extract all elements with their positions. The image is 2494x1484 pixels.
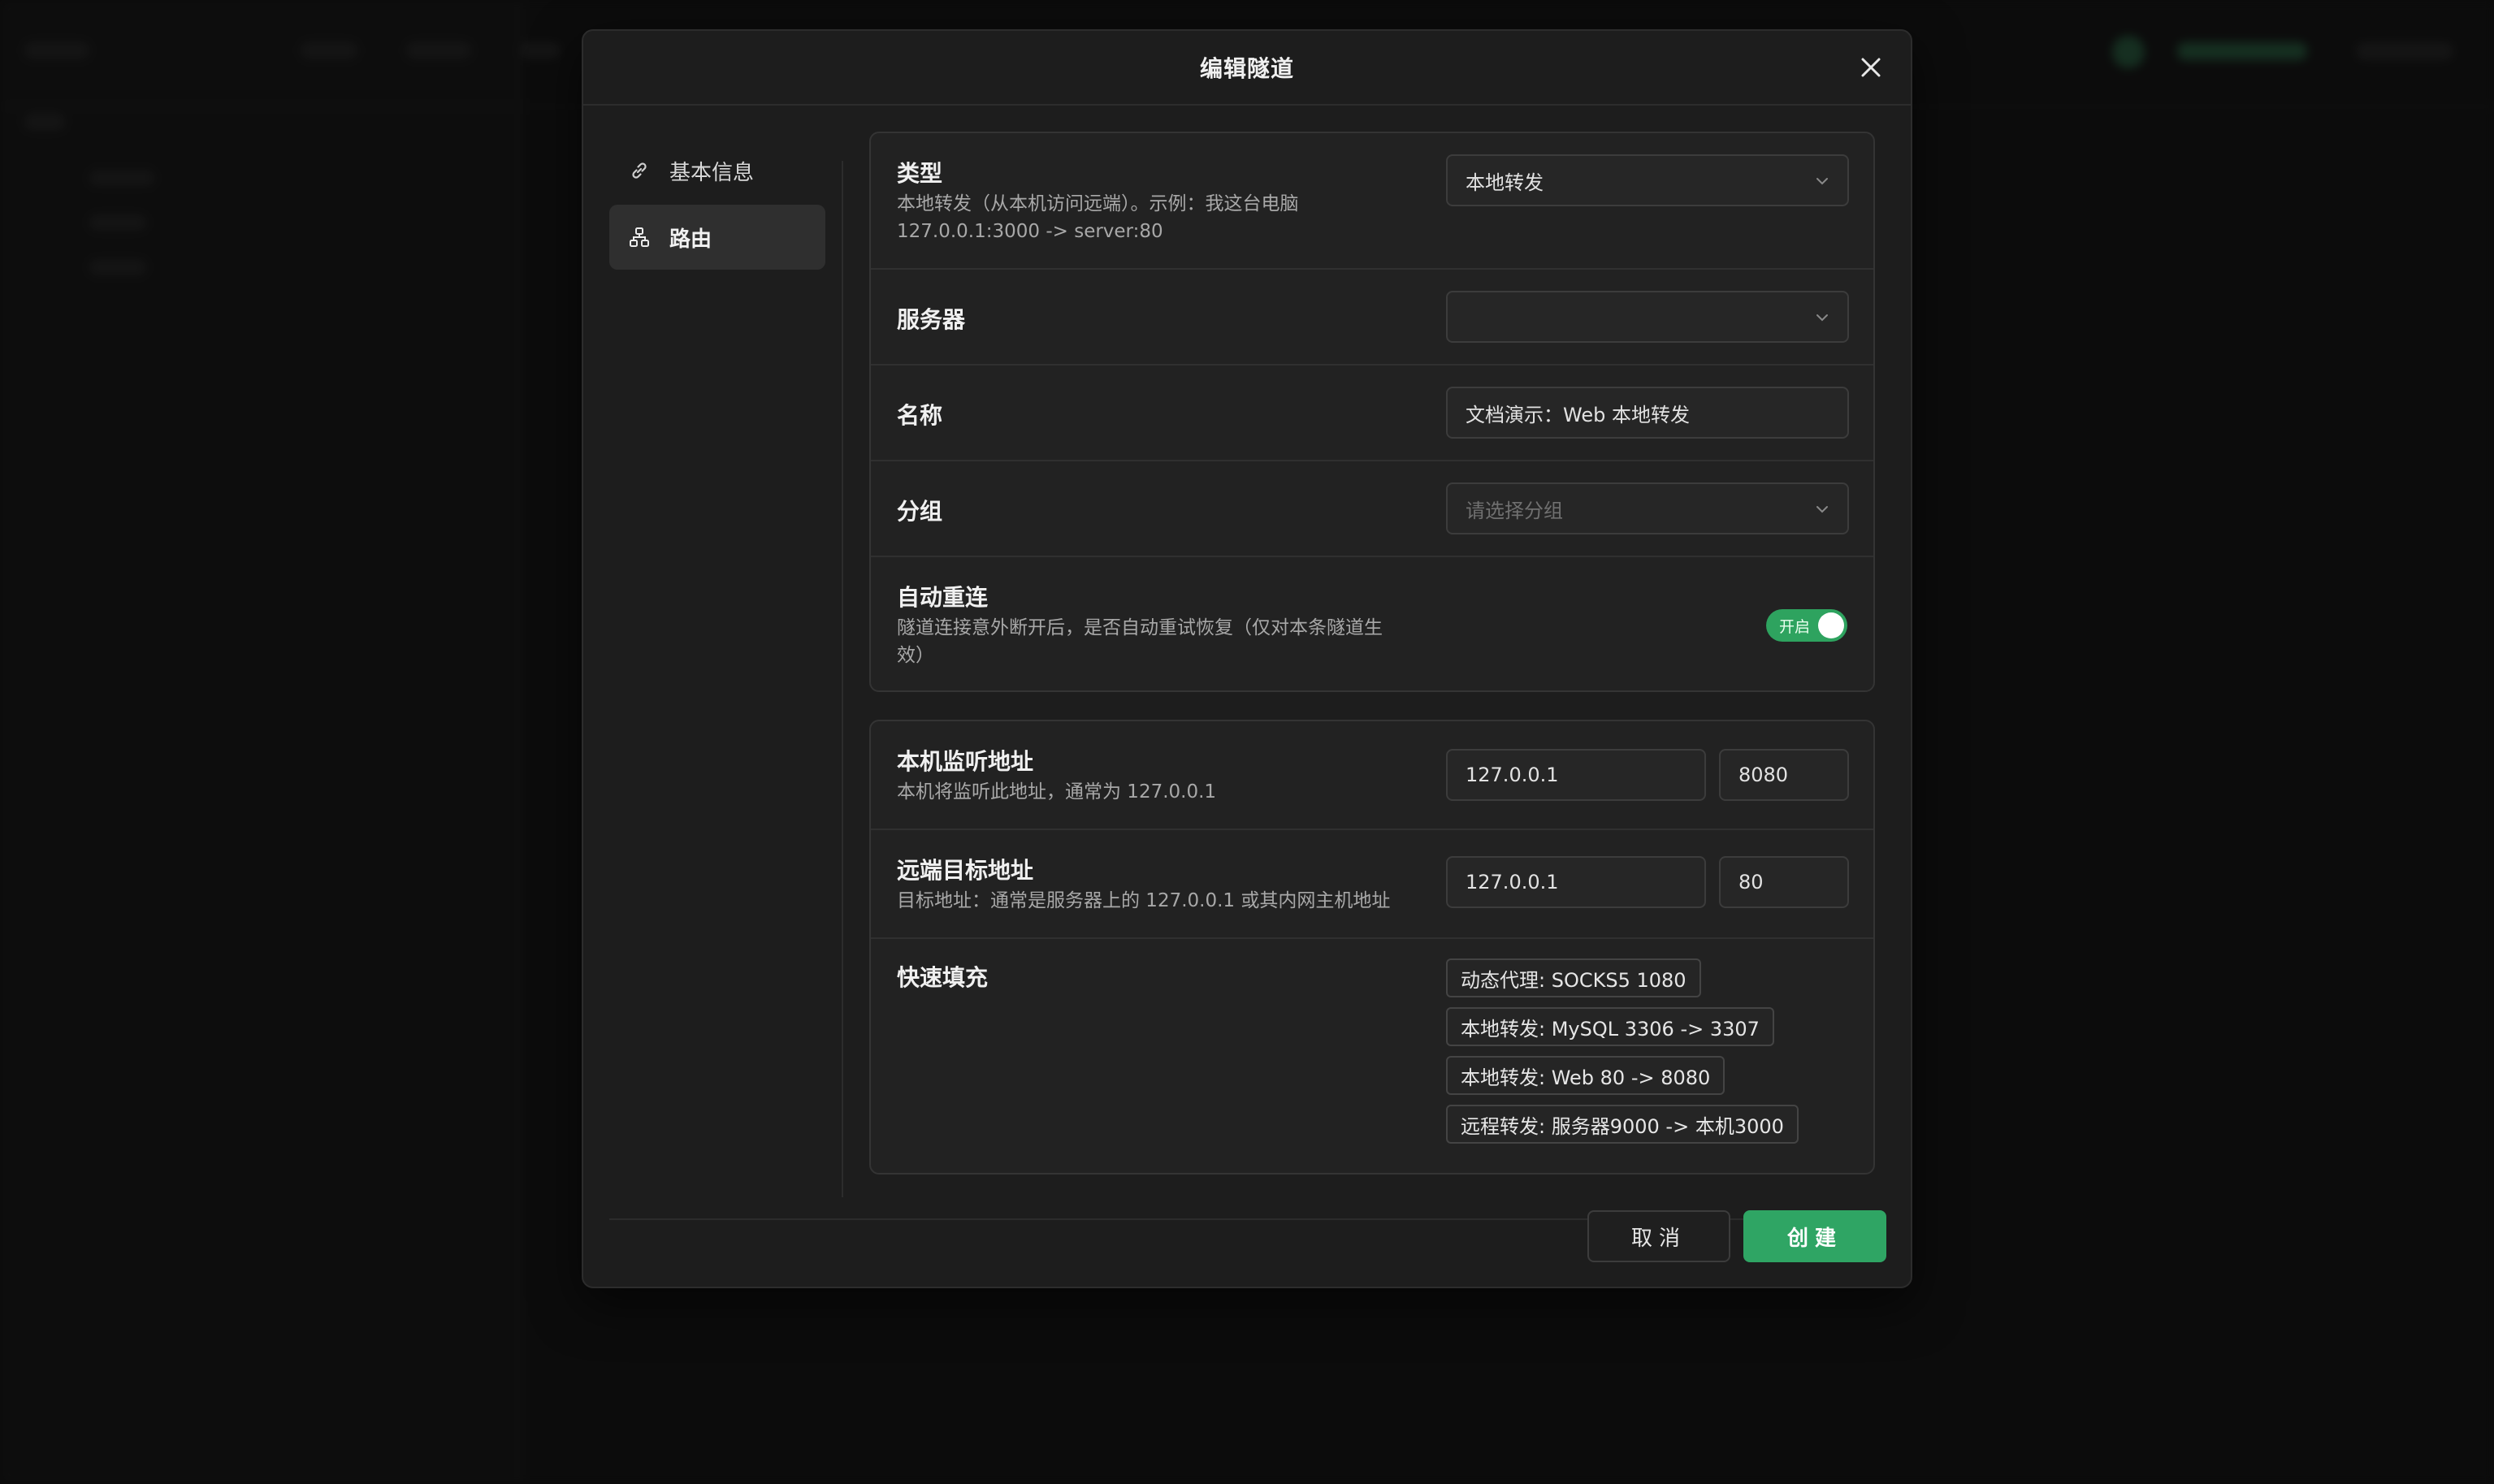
type-select-value: 本地转发 bbox=[1466, 171, 1544, 194]
quick-fill-label: 快速填充 bbox=[897, 964, 989, 991]
remote-target-row: 远端目标地址 目标地址：通常是服务器上的 127.0.0.1 或其内网主机地址 … bbox=[871, 830, 1873, 939]
nav-item-label: 基本信息 bbox=[669, 160, 755, 185]
auto-reconnect-label: 自动重连 bbox=[897, 584, 989, 611]
group-label: 分组 bbox=[897, 498, 943, 525]
toggle-knob bbox=[1818, 612, 1844, 638]
background-status bbox=[2112, 36, 2145, 68]
background-list-item bbox=[89, 215, 146, 230]
remote-target-label: 远端目标地址 bbox=[897, 857, 1034, 884]
nav-item-label: 路由 bbox=[669, 227, 712, 252]
background-list-item bbox=[89, 171, 154, 185]
quick-fill-chip-mysql[interactable]: 本地转发: MySQL 3306 -> 3307 bbox=[1446, 1007, 1774, 1046]
nav-divider bbox=[842, 161, 843, 1197]
server-select[interactable] bbox=[1446, 291, 1849, 343]
background-list-item bbox=[89, 260, 146, 275]
type-select[interactable]: 本地转发 bbox=[1446, 154, 1849, 206]
local-listen-host-input[interactable]: 127.0.0.1 bbox=[1446, 749, 1706, 801]
name-input[interactable]: 文档演示：Web 本地转发 bbox=[1446, 387, 1849, 439]
background-logo bbox=[24, 42, 89, 58]
nav-item-basic-info[interactable]: 基本信息 bbox=[609, 138, 825, 203]
remote-target-port-input[interactable]: 80 bbox=[1719, 856, 1849, 908]
quick-fill-chip-socks5[interactable]: 动态代理: SOCKS5 1080 bbox=[1446, 958, 1701, 997]
dialog-header: 编辑隧道 bbox=[583, 31, 1911, 106]
chevron-down-icon bbox=[1816, 314, 1828, 322]
create-button[interactable]: 创建 bbox=[1743, 1210, 1886, 1262]
remote-target-host-value: 127.0.0.1 bbox=[1466, 871, 1559, 893]
type-label: 类型 bbox=[897, 160, 943, 187]
local-listen-port-input[interactable]: 8080 bbox=[1719, 749, 1849, 801]
background-tab bbox=[301, 42, 357, 58]
background-section bbox=[24, 114, 65, 130]
local-listen-host-value: 127.0.0.1 bbox=[1466, 764, 1559, 786]
group-select-placeholder: 请选择分组 bbox=[1466, 499, 1563, 522]
name-input-value: 文档演示：Web 本地转发 bbox=[1466, 403, 1690, 426]
tunnel-settings-panel: 类型 本地转发（从本机访问远端）。示例：我这台电脑 127.0.0.1:3000… bbox=[869, 132, 1875, 692]
address-panel: 本机监听地址 本机将监听此地址，通常为 127.0.0.1 127.0.0.1 … bbox=[869, 720, 1875, 1175]
quick-fill-chip-remote[interactable]: 远程转发: 服务器9000 -> 本机3000 bbox=[1446, 1105, 1799, 1144]
dialog-nav: 基本信息 路由 bbox=[609, 138, 825, 271]
local-listen-port-value: 8080 bbox=[1738, 764, 1789, 786]
dialog-title: 编辑隧道 bbox=[1199, 55, 1294, 82]
background-action bbox=[2356, 42, 2453, 60]
close-button[interactable] bbox=[1855, 52, 1886, 83]
server-label: 服务器 bbox=[897, 306, 966, 333]
link-icon bbox=[629, 158, 653, 183]
auto-reconnect-description-line1: 隧道连接意外断开后，是否自动重试恢复（仅对本条隧道生 bbox=[897, 617, 1383, 638]
background-tab bbox=[406, 42, 471, 58]
local-listen-label: 本机监听地址 bbox=[897, 748, 1034, 775]
group-select[interactable]: 请选择分组 bbox=[1446, 482, 1849, 534]
edit-tunnel-dialog: 编辑隧道 基本信息 路由 类型 本地转发（从本机访问远端）。示例：我这台电脑 1… bbox=[582, 29, 1912, 1288]
type-description-line2: 127.0.0.1:3000 -> server:80 bbox=[897, 221, 1163, 242]
group-row: 分组 请选择分组 bbox=[871, 461, 1873, 557]
type-row: 类型 本地转发（从本机访问远端）。示例：我这台电脑 127.0.0.1:3000… bbox=[871, 133, 1873, 270]
chevron-down-icon bbox=[1816, 506, 1828, 513]
remote-target-host-input[interactable]: 127.0.0.1 bbox=[1446, 856, 1706, 908]
local-listen-row: 本机监听地址 本机将监听此地址，通常为 127.0.0.1 127.0.0.1 … bbox=[871, 721, 1873, 830]
cancel-button[interactable]: 取消 bbox=[1587, 1210, 1730, 1262]
auto-reconnect-row: 自动重连 隧道连接意外断开后，是否自动重试恢复（仅对本条隧道生 效） 开启 bbox=[871, 557, 1873, 692]
sitemap-icon bbox=[629, 225, 653, 249]
remote-target-description: 目标地址：通常是服务器上的 127.0.0.1 或其内网主机地址 bbox=[897, 890, 1391, 911]
toggle-state-text: 开启 bbox=[1779, 617, 1811, 636]
auto-reconnect-toggle[interactable]: 开启 bbox=[1766, 609, 1847, 642]
quick-fill-chip-web[interactable]: 本地转发: Web 80 -> 8080 bbox=[1446, 1056, 1725, 1095]
close-icon bbox=[1861, 58, 1881, 77]
chevron-down-icon bbox=[1816, 178, 1828, 185]
background-tab bbox=[520, 42, 561, 58]
quick-fill-chip-list: 动态代理: SOCKS5 1080 本地转发: MySQL 3306 -> 33… bbox=[1446, 958, 1852, 1162]
remote-target-port-value: 80 bbox=[1738, 871, 1764, 893]
name-label: 名称 bbox=[897, 402, 943, 429]
background-sidebar bbox=[0, 0, 522, 1484]
name-row: 名称 文档演示：Web 本地转发 bbox=[871, 366, 1873, 461]
type-description-line1: 本地转发（从本机访问远端）。示例：我这台电脑 bbox=[897, 193, 1299, 214]
auto-reconnect-description-line2: 效） bbox=[897, 645, 934, 666]
background-status-text bbox=[2177, 42, 2307, 60]
server-row: 服务器 bbox=[871, 270, 1873, 366]
nav-item-routing[interactable]: 路由 bbox=[609, 205, 825, 270]
local-listen-description: 本机将监听此地址，通常为 127.0.0.1 bbox=[897, 781, 1217, 803]
quick-fill-row: 快速填充 动态代理: SOCKS5 1080 本地转发: MySQL 3306 … bbox=[871, 939, 1873, 1175]
